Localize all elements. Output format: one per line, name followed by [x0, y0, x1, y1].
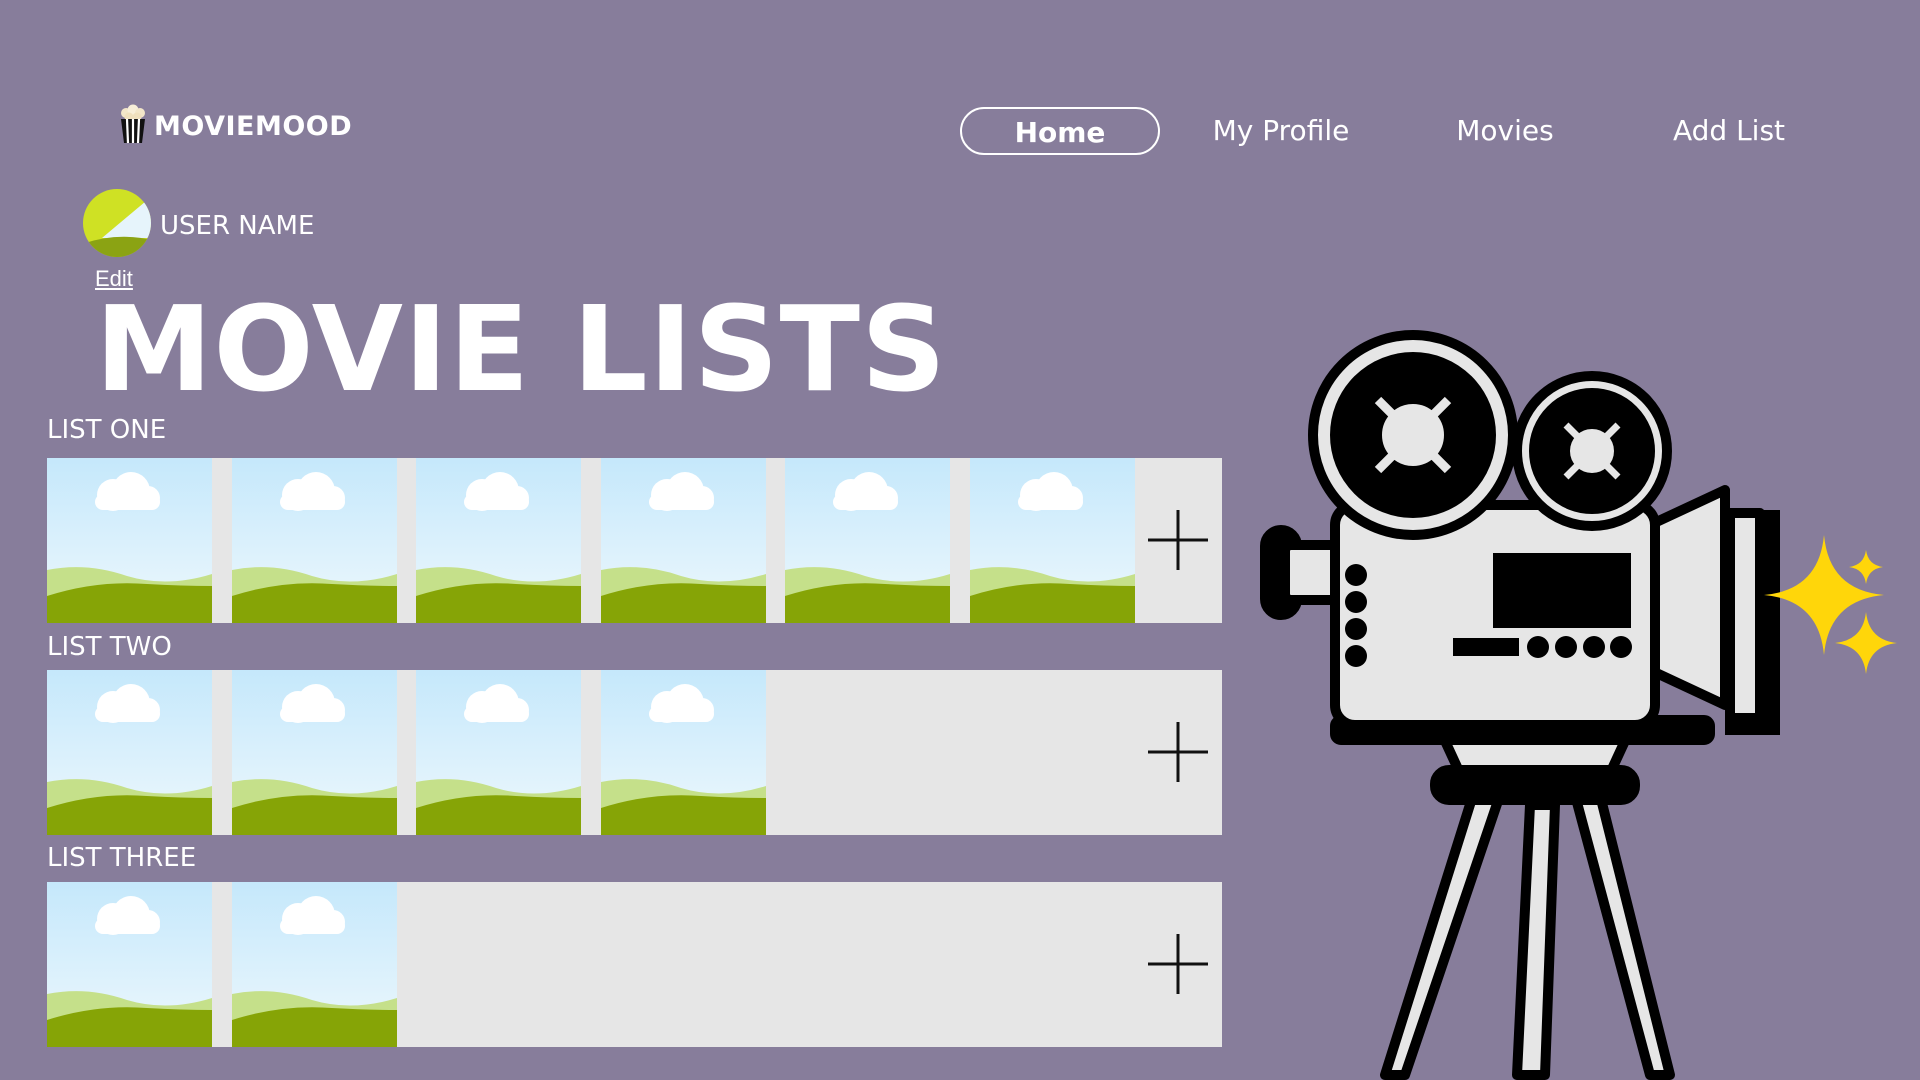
user-name: USER NAME — [160, 210, 315, 241]
movie-thumbnail[interactable] — [416, 670, 581, 835]
movie-thumbnail[interactable] — [231, 882, 397, 1047]
landscape-image-icon — [47, 882, 212, 1047]
nav-my-profile[interactable]: My Profile — [1178, 107, 1384, 155]
movie-list-row — [47, 458, 1222, 623]
app-logo[interactable]: MOVIEMOOD — [118, 104, 352, 149]
movie-list-row — [47, 670, 1222, 835]
sparkle-icon — [1764, 535, 1897, 674]
movie-thumbnail[interactable] — [416, 458, 581, 623]
movie-thumbnail[interactable] — [47, 670, 212, 835]
landscape-image-icon — [785, 458, 950, 623]
landscape-image-icon — [47, 458, 212, 623]
add-movie-button[interactable] — [1146, 720, 1210, 784]
plus-icon — [1148, 510, 1208, 570]
plus-icon — [1148, 722, 1208, 782]
landscape-image-icon — [231, 882, 397, 1047]
movie-thumbnail[interactable] — [600, 458, 766, 623]
landscape-image-icon — [969, 458, 1135, 623]
list-label: LIST TWO — [47, 632, 172, 662]
list-label: LIST THREE — [47, 843, 197, 873]
landscape-image-icon — [231, 458, 397, 623]
movie-thumbnail[interactable] — [47, 458, 212, 623]
popcorn-icon — [118, 104, 148, 149]
add-movie-button[interactable] — [1146, 508, 1210, 572]
movie-thumbnail[interactable] — [47, 882, 212, 1047]
landscape-image-icon — [416, 458, 581, 623]
movie-thumbnail[interactable] — [600, 670, 766, 835]
movie-thumbnail[interactable] — [785, 458, 950, 623]
movie-thumbnail[interactable] — [969, 458, 1135, 623]
movie-thumbnail[interactable] — [231, 670, 397, 835]
nav-movies[interactable]: Movies — [1425, 107, 1585, 155]
nav-home[interactable]: Home — [960, 107, 1160, 155]
movie-list-row — [47, 882, 1222, 1047]
film-camera-icon — [1255, 325, 1920, 1080]
app-name: MOVIEMOOD — [154, 111, 353, 142]
add-movie-button[interactable] — [1146, 932, 1210, 996]
movie-thumbnail[interactable] — [231, 458, 397, 623]
landscape-image-icon — [600, 670, 766, 835]
landscape-image-icon — [231, 670, 397, 835]
nav-add-list[interactable]: Add List — [1649, 107, 1809, 155]
landscape-image-icon — [416, 670, 581, 835]
landscape-image-icon — [47, 670, 212, 835]
list-label: LIST ONE — [47, 415, 167, 445]
user-info: USER NAME — [82, 188, 314, 263]
page-title: MOVIE LISTS — [95, 280, 948, 418]
landscape-image-icon — [600, 458, 766, 623]
main-nav: Home My Profile Movies Add List — [960, 107, 1809, 155]
avatar-icon[interactable] — [82, 188, 152, 263]
plus-icon — [1148, 934, 1208, 994]
